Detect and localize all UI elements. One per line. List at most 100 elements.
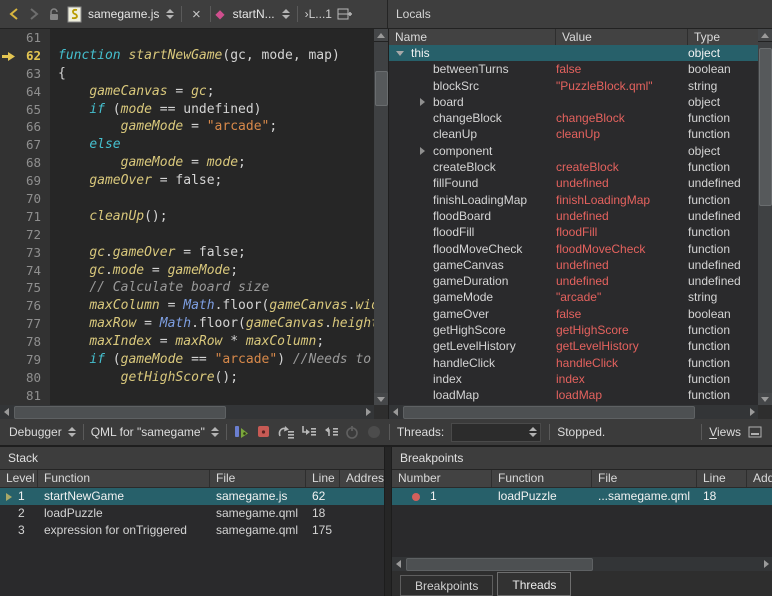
locals-tree-row[interactable]: createBlockcreateBlockfunction — [389, 159, 758, 175]
locals-tree-row[interactable]: blockSrc"PuzzleBlock.qml"string — [389, 78, 758, 94]
locals-tree-row[interactable]: gameDurationundefinedundefined — [389, 273, 758, 289]
file-combo-arrows-icon[interactable] — [166, 9, 174, 19]
scroll-left-button[interactable] — [392, 558, 404, 570]
line-number[interactable]: 61 — [18, 29, 50, 47]
column-header-address[interactable]: Address — [340, 470, 384, 487]
views-dropdown-button[interactable] — [745, 422, 765, 442]
line-number[interactable]: 62 — [18, 47, 50, 65]
back-button[interactable] — [4, 3, 24, 25]
breakpoint-margin[interactable] — [0, 279, 18, 297]
locals-tree-row[interactable]: handleClickhandleClickfunction — [389, 355, 758, 371]
column-header-file[interactable]: File — [592, 470, 697, 487]
code-line[interactable]: 81 — [0, 387, 374, 405]
line-number[interactable]: 70 — [18, 190, 50, 208]
step-into-button[interactable] — [298, 422, 318, 442]
breakpoint-margin[interactable] — [0, 297, 18, 315]
tab-threads[interactable]: Threads — [497, 572, 571, 596]
breakpoint-margin[interactable] — [0, 190, 18, 208]
breakpoint-margin[interactable] — [0, 101, 18, 119]
scroll-right-button[interactable] — [362, 406, 374, 418]
record-button[interactable] — [364, 422, 384, 442]
breakpoint-margin[interactable] — [0, 369, 18, 387]
line-number[interactable]: 67 — [18, 136, 50, 154]
code-line[interactable]: 75 // Calculate board size — [0, 279, 374, 297]
expand-icon[interactable] — [417, 97, 427, 107]
split-editor-button[interactable] — [335, 3, 355, 25]
locals-tree-row[interactable]: floodFillfloodFillfunction — [389, 224, 758, 240]
locals-tree-row[interactable]: floodBoardundefinedundefined — [389, 208, 758, 224]
symbol-combo-arrows-icon[interactable] — [282, 9, 290, 19]
column-header-line[interactable]: Line — [697, 470, 747, 487]
scroll-right-button[interactable] — [746, 406, 758, 418]
continue-button[interactable] — [232, 422, 252, 442]
breakpoint-margin[interactable] — [0, 47, 18, 65]
code-line[interactable]: 66 gameMode = "arcade"; — [0, 118, 374, 136]
scroll-up-button[interactable] — [758, 29, 772, 42]
breakpoint-margin[interactable] — [0, 118, 18, 136]
breakpoint-margin[interactable] — [0, 154, 18, 172]
locals-tree-row[interactable]: getHighScoregetHighScorefunction — [389, 322, 758, 338]
line-number[interactable]: 64 — [18, 83, 50, 101]
column-header-address[interactable]: Address — [747, 470, 772, 487]
code-line[interactable]: 80 getHighScore(); — [0, 369, 374, 387]
locals-tree-row[interactable]: getLevelHistorygetLevelHistoryfunction — [389, 338, 758, 354]
locals-vscroll-thumb[interactable] — [759, 48, 772, 206]
breakpoints-hscroll-thumb[interactable] — [406, 558, 593, 571]
column-header-type[interactable]: Type — [688, 29, 758, 45]
locals-tree-row[interactable]: gameOverfalseboolean — [389, 306, 758, 322]
scroll-left-button[interactable] — [389, 406, 401, 418]
stop-button[interactable] — [254, 422, 274, 442]
debugger-engine-combo[interactable]: Debugger — [9, 425, 62, 439]
locals-vertical-scrollbar[interactable] — [758, 29, 772, 405]
locals-tree-row[interactable]: componentobject — [389, 143, 758, 159]
code-line[interactable]: 69 gameOver = false; — [0, 172, 374, 190]
threads-combo[interactable] — [451, 423, 541, 442]
engine-combo-arrows-icon[interactable] — [68, 427, 76, 437]
line-number[interactable]: 76 — [18, 297, 50, 315]
code-line[interactable]: 64 gameCanvas = gc; — [0, 83, 374, 101]
breakpoints-horizontal-scrollbar[interactable] — [392, 557, 772, 571]
breakpoint-margin[interactable] — [0, 83, 18, 101]
symbol-combo[interactable]: startN... — [233, 7, 275, 21]
column-header-function[interactable]: Function — [38, 470, 210, 487]
breakpoint-margin[interactable] — [0, 351, 18, 369]
breakpoint-margin[interactable] — [0, 65, 18, 83]
code-line[interactable]: 74 gc.mode = gameMode; — [0, 262, 374, 280]
line-number[interactable]: 79 — [18, 351, 50, 369]
breakpoint-margin[interactable] — [0, 29, 18, 47]
locals-tree-row[interactable]: boardobject — [389, 94, 758, 110]
line-number[interactable]: 81 — [18, 387, 50, 405]
column-header-line[interactable]: Line — [306, 470, 340, 487]
line-number[interactable]: 66 — [18, 118, 50, 136]
breakpoint-margin[interactable] — [0, 387, 18, 405]
locals-tree-row[interactable]: cleanUpcleanUpfunction — [389, 126, 758, 142]
code-line[interactable]: 78 maxIndex = maxRow * maxColumn; — [0, 333, 374, 351]
editor-vertical-scrollbar[interactable] — [374, 29, 388, 405]
column-header-function[interactable]: Function — [492, 470, 592, 487]
restart-button[interactable] — [342, 422, 362, 442]
forward-button[interactable] — [24, 3, 44, 25]
locals-tree-row[interactable]: gameMode"arcade"string — [389, 289, 758, 305]
scroll-down-button[interactable] — [758, 393, 772, 405]
code-line[interactable]: 72 — [0, 226, 374, 244]
breakpoint-margin[interactable] — [0, 172, 18, 190]
code-line[interactable]: 67 else — [0, 136, 374, 154]
code-line[interactable]: 77 maxRow = Math.floor(gameCanvas.height — [0, 315, 374, 333]
code-line[interactable]: 68 gameMode = mode; — [0, 154, 374, 172]
column-header-value[interactable]: Value — [556, 29, 688, 45]
target-combo-arrows-icon[interactable] — [211, 427, 219, 437]
line-number[interactable]: 71 — [18, 208, 50, 226]
code-line[interactable]: 71 cleanUp(); — [0, 208, 374, 226]
panel-splitter[interactable] — [384, 447, 392, 596]
step-over-button[interactable] — [276, 422, 296, 442]
locals-tree-row[interactable]: thisobject — [389, 45, 758, 61]
breakpoint-margin[interactable] — [0, 244, 18, 262]
locals-tree-row[interactable]: indexindexfunction — [389, 371, 758, 387]
views-menu-button[interactable]: Views — [709, 425, 741, 439]
locals-hscroll-thumb[interactable] — [403, 406, 695, 419]
column-header-file[interactable]: File — [210, 470, 306, 487]
breakpoint-margin[interactable] — [0, 262, 18, 280]
breakpoint-margin[interactable] — [0, 226, 18, 244]
locals-tree-row[interactable]: changeBlockchangeBlockfunction — [389, 110, 758, 126]
code-line[interactable]: 79 if (gameMode == "arcade") //Needs to — [0, 351, 374, 369]
